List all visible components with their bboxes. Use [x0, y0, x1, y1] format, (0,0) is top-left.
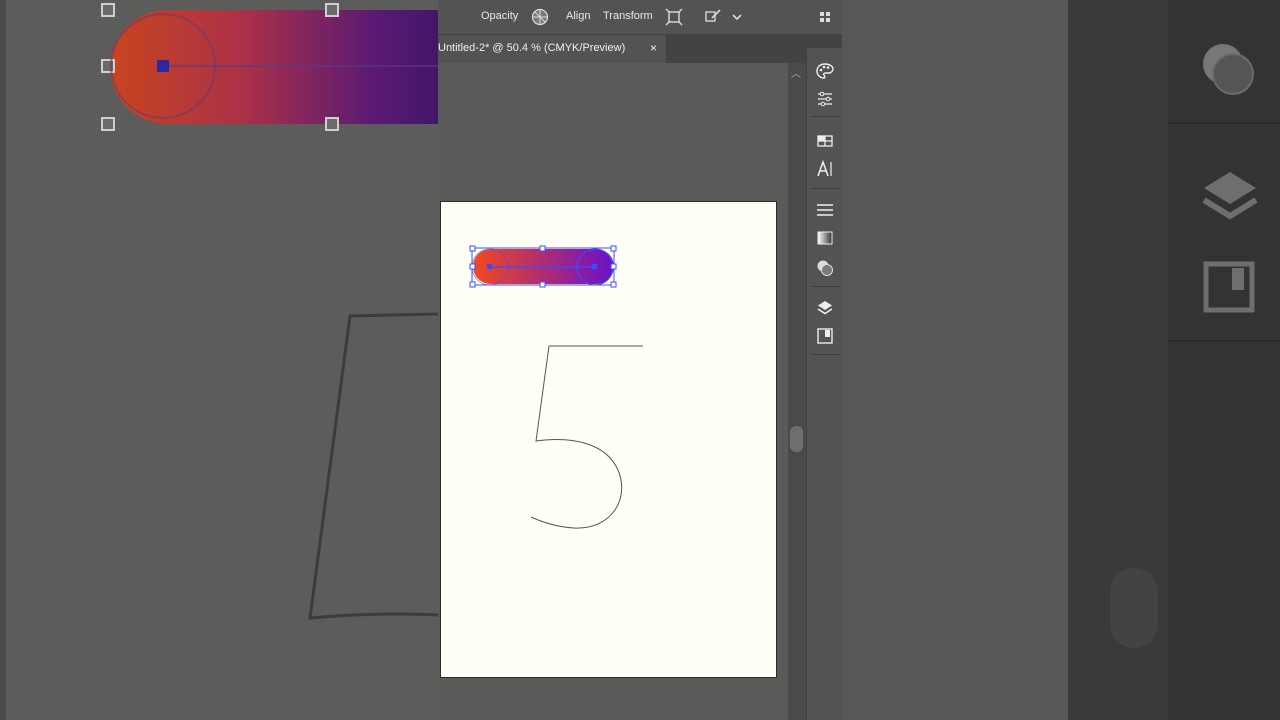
background-layers-icon — [1202, 172, 1258, 220]
scroll-up-icon[interactable]: ︿ — [791, 65, 801, 80]
background-divider — [1168, 122, 1280, 124]
character-icon[interactable] — [816, 160, 834, 178]
document-tab-bar: Untitled-2* @ 50.4 % (CMYK/Preview) × — [438, 35, 842, 63]
grid-menu-icon[interactable] — [816, 8, 834, 26]
close-icon[interactable]: × — [650, 41, 657, 55]
artboard[interactable] — [440, 201, 777, 678]
background-libraries-icon — [1203, 261, 1255, 313]
puppet-warp-icon[interactable] — [704, 8, 722, 26]
background-zoom-right — [842, 0, 1280, 720]
background-panel-darker — [1168, 0, 1280, 720]
transform-button[interactable]: Transform — [603, 10, 653, 22]
swatches-icon[interactable] — [816, 132, 834, 150]
isolate-object-icon[interactable] — [665, 8, 683, 26]
layers-icon[interactable] — [816, 299, 834, 317]
background-glyph — [110, 13, 438, 620]
stroke-icon[interactable] — [816, 201, 834, 219]
scrollbar-thumb[interactable] — [790, 426, 803, 452]
panel-divider — [811, 354, 839, 355]
document-tab[interactable]: Untitled-2* @ 50.4 % (CMYK/Preview) × — [438, 35, 666, 63]
background-zoom-left — [0, 0, 438, 720]
gradient-icon[interactable] — [816, 229, 834, 247]
panel-divider — [811, 286, 839, 287]
panel-divider — [811, 188, 839, 189]
vertical-scrollbar[interactable]: ︿ — [788, 63, 806, 720]
background-transparency-icon — [1203, 44, 1254, 95]
panel-dock — [806, 48, 843, 720]
libraries-icon[interactable] — [816, 327, 834, 345]
background-scroll-thumb — [1110, 568, 1158, 648]
background-divider — [1168, 340, 1280, 342]
properties-sliders-icon[interactable] — [816, 90, 834, 108]
control-bar: Opacity Align Transform — [438, 0, 842, 35]
opacity-button[interactable]: Opacity — [481, 10, 518, 22]
color-palette-icon[interactable] — [816, 62, 834, 80]
chevron-down-icon[interactable] — [728, 8, 746, 26]
transparency-icon[interactable] — [816, 259, 834, 277]
recolor-artwork-icon[interactable] — [531, 8, 549, 26]
document-tab-title: Untitled-2* @ 50.4 % (CMYK/Preview) — [438, 42, 626, 54]
align-button[interactable]: Align — [566, 10, 590, 22]
panel-divider — [811, 116, 839, 117]
